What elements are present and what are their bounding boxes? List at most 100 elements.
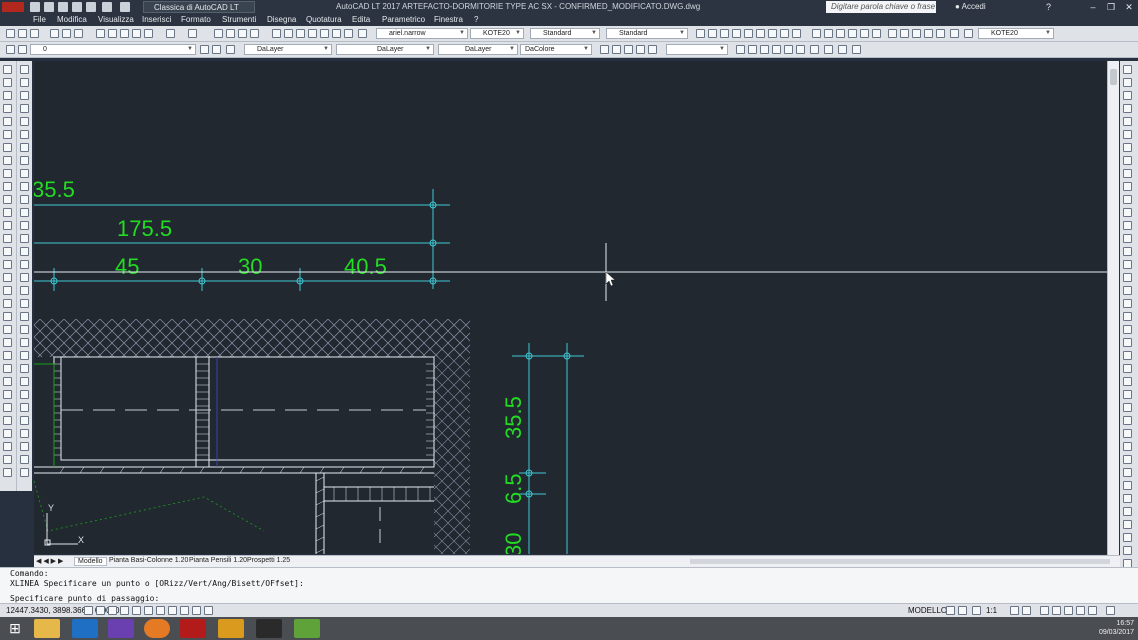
dim-update-icon[interactable] — [936, 29, 945, 38]
tool-icon[interactable] — [1123, 208, 1132, 217]
transparency-icon[interactable] — [192, 606, 201, 615]
mleader-style-dropdown[interactable]: KOTE20 ▼ — [978, 28, 1054, 39]
tool-icon[interactable] — [1123, 299, 1132, 308]
tool-icon[interactable] — [1123, 377, 1132, 386]
tool-icon[interactable] — [20, 442, 29, 451]
autocad-icon[interactable] — [180, 619, 206, 638]
tool-icon[interactable] — [1123, 533, 1132, 542]
dim-edit-icon[interactable] — [912, 29, 921, 38]
print-icon[interactable] — [86, 2, 96, 12]
tool-icon[interactable] — [20, 143, 29, 152]
save-icon[interactable] — [30, 29, 39, 38]
tool-icon[interactable] — [1123, 325, 1132, 334]
inspection-icon[interactable] — [888, 29, 897, 38]
tool-icon[interactable] — [3, 169, 12, 178]
tool-icon[interactable] — [20, 312, 29, 321]
tool-icon[interactable] — [1123, 338, 1132, 347]
tool-icon[interactable] — [1123, 117, 1132, 126]
copy-icon[interactable] — [108, 29, 117, 38]
tool-icon[interactable] — [20, 91, 29, 100]
print-icon[interactable] — [50, 29, 59, 38]
dim-style-icon[interactable] — [950, 29, 959, 38]
tool-icon[interactable] — [1123, 130, 1132, 139]
app-icon[interactable] — [256, 619, 282, 638]
tool-icon[interactable] — [20, 351, 29, 360]
tool-icon[interactable] — [1123, 455, 1132, 464]
tool-icon[interactable] — [20, 169, 29, 178]
tool-icon[interactable] — [1123, 429, 1132, 438]
dim-ordinate-icon[interactable] — [732, 29, 741, 38]
view-bottom-icon[interactable] — [624, 45, 633, 54]
app-icon[interactable] — [108, 619, 134, 638]
tool-icon[interactable] — [20, 208, 29, 217]
menu-formato[interactable]: Formato — [181, 15, 211, 24]
tool-icon[interactable] — [3, 416, 12, 425]
tool-icon[interactable] — [20, 65, 29, 74]
tool-icon[interactable] — [1123, 442, 1132, 451]
dim-angular-icon[interactable] — [780, 29, 789, 38]
menu-help[interactable]: ? — [474, 15, 478, 24]
print-preview-icon[interactable] — [62, 29, 71, 38]
polar-icon[interactable] — [144, 606, 153, 615]
dim-radius-icon[interactable] — [744, 29, 753, 38]
app-menu-button[interactable] — [2, 2, 24, 12]
zoom-previous-icon[interactable] — [250, 29, 259, 38]
tool-icon[interactable] — [3, 130, 12, 139]
menu-finestra[interactable]: Finestra — [434, 15, 463, 24]
tool-icon[interactable] — [1123, 273, 1132, 282]
tool-icon[interactable] — [20, 130, 29, 139]
auto-scale-icon[interactable] — [1022, 606, 1031, 615]
dim-break-icon[interactable] — [848, 29, 857, 38]
new-icon[interactable] — [30, 2, 40, 12]
tool-icon[interactable] — [3, 234, 12, 243]
file-explorer-icon[interactable] — [34, 619, 60, 638]
annotation-scale-value[interactable]: 1:1 — [986, 606, 997, 615]
tab-pianta-basi[interactable]: Pianta Basi-Colonne 1.20 — [106, 557, 191, 564]
workspace-dropdown[interactable]: Classica di AutoCAD LT — [143, 1, 255, 13]
tool-icon[interactable] — [1123, 312, 1132, 321]
zoom-scale-icon[interactable] — [760, 45, 769, 54]
tool-icon[interactable] — [1123, 65, 1132, 74]
tool-icon[interactable] — [1123, 520, 1132, 529]
layer-match-icon[interactable] — [226, 45, 235, 54]
command-prompt[interactable]: Specificare punto di passaggio: — [10, 594, 159, 603]
layer-previous-icon[interactable] — [212, 45, 221, 54]
sheet-set-icon[interactable] — [308, 29, 317, 38]
vertical-scrollbar[interactable] — [1107, 61, 1119, 555]
isolate-icon[interactable] — [1064, 606, 1073, 615]
tool-icon[interactable] — [3, 286, 12, 295]
close-icon[interactable]: ✕ — [1120, 0, 1138, 14]
scrollbar-thumb[interactable] — [1110, 69, 1117, 85]
tool-icon[interactable] — [3, 403, 12, 412]
customize-icon[interactable] — [1106, 606, 1115, 615]
menu-modifica[interactable]: Modifica — [57, 15, 87, 24]
tool-icon[interactable] — [3, 156, 12, 165]
tool-icon[interactable] — [1123, 221, 1132, 230]
tool-icon[interactable] — [20, 338, 29, 347]
tool-icon[interactable] — [3, 260, 12, 269]
tool-icon[interactable] — [3, 299, 12, 308]
tool-icon[interactable] — [3, 351, 12, 360]
tool-icon[interactable] — [1123, 78, 1132, 87]
tool-icon[interactable] — [1123, 286, 1132, 295]
tool-icon[interactable] — [1123, 390, 1132, 399]
tool-icon[interactable] — [3, 455, 12, 464]
tool-icon[interactable] — [20, 156, 29, 165]
view-manager-icon[interactable] — [600, 45, 609, 54]
tool-palettes-icon[interactable] — [296, 29, 305, 38]
open-icon[interactable] — [44, 2, 54, 12]
tool-icon[interactable] — [20, 390, 29, 399]
tool-icon[interactable] — [20, 299, 29, 308]
tool-icon[interactable] — [3, 338, 12, 347]
tool-icon[interactable] — [20, 403, 29, 412]
tab-nav-arrows-icon[interactable]: ◀ ◀ ▶ ▶ — [36, 557, 63, 565]
tool-icon[interactable] — [1123, 416, 1132, 425]
tool-icon[interactable] — [1123, 169, 1132, 178]
model-space-button[interactable]: MODELLO — [908, 606, 947, 615]
windows-start-icon[interactable]: ⊞ — [3, 619, 27, 638]
signin-button[interactable]: ● Accedi — [955, 2, 986, 11]
tool-icon[interactable] — [1123, 364, 1132, 373]
tool-icon[interactable] — [1123, 247, 1132, 256]
tool-icon[interactable] — [1123, 104, 1132, 113]
tool-icon[interactable] — [20, 468, 29, 477]
